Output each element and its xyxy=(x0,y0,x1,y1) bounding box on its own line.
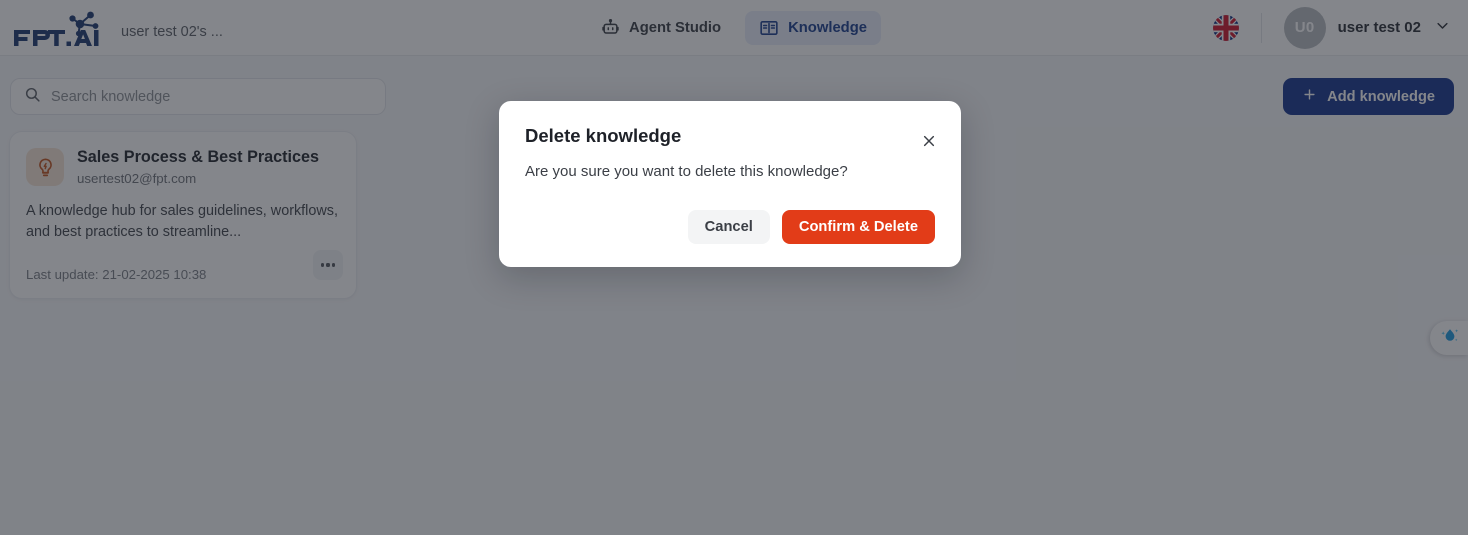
confirm-delete-button[interactable]: Confirm & Delete xyxy=(781,210,935,244)
cancel-button[interactable]: Cancel xyxy=(687,210,770,244)
modal-message: Are you sure you want to delete this kno… xyxy=(525,163,848,180)
delete-knowledge-modal: Delete knowledge Are you sure you want t… xyxy=(499,101,961,267)
modal-actions: Cancel Confirm & Delete xyxy=(687,210,935,244)
modal-overlay[interactable]: Delete knowledge Are you sure you want t… xyxy=(0,0,1468,535)
close-icon[interactable] xyxy=(917,129,941,153)
modal-title: Delete knowledge xyxy=(525,125,682,146)
